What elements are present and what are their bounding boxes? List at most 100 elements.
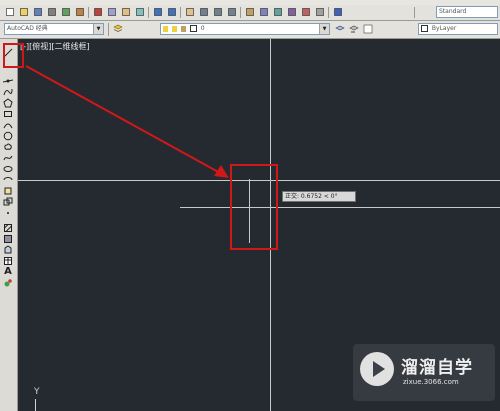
region-icon bbox=[4, 244, 12, 253]
sheetset-icon bbox=[288, 8, 296, 16]
open-button[interactable] bbox=[18, 6, 30, 18]
ucs-y-label: Y bbox=[34, 387, 40, 397]
print-icon bbox=[48, 8, 56, 16]
layer-manager-icon bbox=[113, 24, 123, 32]
layer-previous-button[interactable] bbox=[348, 23, 360, 35]
toolpalettes-button[interactable] bbox=[272, 6, 284, 18]
arc-icon bbox=[3, 123, 13, 128]
separator bbox=[328, 7, 329, 18]
insert-block-icon bbox=[4, 187, 12, 194]
standard-toolbar: Standard bbox=[0, 5, 500, 21]
copy-icon bbox=[108, 8, 116, 16]
redo-icon bbox=[168, 8, 176, 16]
cut-icon bbox=[94, 8, 102, 16]
zoom-previous-button[interactable] bbox=[226, 6, 238, 18]
watermark-title: 溜溜自学 bbox=[401, 358, 473, 378]
new-icon bbox=[6, 8, 14, 16]
highlight-box-drawing bbox=[230, 164, 278, 250]
designcenter-button[interactable] bbox=[258, 6, 270, 18]
layer-manager-button[interactable] bbox=[112, 23, 124, 35]
properties-button[interactable] bbox=[244, 6, 256, 18]
spline-button[interactable] bbox=[2, 152, 14, 163]
rectangle-icon bbox=[4, 110, 12, 117]
separator bbox=[180, 7, 181, 18]
open-icon bbox=[20, 8, 28, 16]
revision-cloud-icon bbox=[4, 143, 12, 150]
polygon-button[interactable] bbox=[2, 97, 14, 108]
revision-cloud-button[interactable] bbox=[2, 141, 14, 152]
match-icon bbox=[136, 8, 144, 16]
drawn-line bbox=[180, 207, 500, 208]
watermark: 溜溜自学 zixue.3066.com bbox=[353, 344, 495, 401]
add-selected-button[interactable] bbox=[2, 277, 14, 288]
new-button[interactable] bbox=[4, 6, 16, 18]
table-icon bbox=[4, 256, 12, 265]
make-current-icon bbox=[335, 25, 345, 31]
preview-button[interactable] bbox=[60, 6, 72, 18]
pan-icon bbox=[186, 8, 194, 16]
properties-icon bbox=[246, 8, 254, 16]
layer-dropdown[interactable]: 0 ▼ bbox=[160, 23, 330, 35]
separator bbox=[414, 7, 415, 18]
point-button[interactable] bbox=[2, 207, 14, 218]
rectangle-button[interactable] bbox=[2, 108, 14, 119]
sun-icon bbox=[171, 25, 177, 32]
polyline-button[interactable] bbox=[2, 86, 14, 97]
highlight-box-line-tool bbox=[3, 43, 24, 68]
polyline-icon bbox=[3, 88, 13, 95]
arc-button[interactable] bbox=[2, 119, 14, 130]
pan-button[interactable] bbox=[184, 6, 196, 18]
circle-button[interactable] bbox=[2, 130, 14, 141]
watermark-url: zixue.3066.com bbox=[403, 378, 459, 386]
make-block-button[interactable] bbox=[2, 196, 14, 207]
point-icon bbox=[7, 211, 9, 214]
ellipse-arc-button[interactable] bbox=[2, 174, 14, 185]
paste-button[interactable] bbox=[120, 6, 132, 18]
bulb-icon bbox=[163, 25, 168, 32]
make-current-button[interactable] bbox=[334, 23, 346, 35]
region-button[interactable] bbox=[2, 244, 14, 255]
hatch-button[interactable] bbox=[2, 222, 14, 233]
polygon-icon bbox=[3, 97, 13, 107]
layers-toolbar: AutoCAD 经典 ▼ 0 ▼ ByLayer bbox=[0, 21, 500, 39]
cut-button[interactable] bbox=[92, 6, 104, 18]
table-button[interactable] bbox=[2, 255, 14, 266]
help-button[interactable] bbox=[332, 6, 344, 18]
zoom-previous-icon bbox=[228, 8, 236, 16]
match-button[interactable] bbox=[134, 6, 146, 18]
ucs-icon bbox=[35, 399, 36, 411]
calculator-button[interactable] bbox=[314, 6, 326, 18]
gradient-button[interactable] bbox=[2, 233, 14, 244]
viewport-controls-label[interactable]: [-][俯视][二维线框] bbox=[20, 41, 90, 52]
redo-button[interactable] bbox=[166, 6, 178, 18]
separator bbox=[240, 7, 241, 18]
text-style-dropdown[interactable]: Standard bbox=[436, 6, 498, 18]
markup-icon bbox=[302, 8, 310, 16]
markup-button[interactable] bbox=[300, 6, 312, 18]
color-control-icon bbox=[363, 24, 373, 34]
zoom-window-button[interactable] bbox=[212, 6, 224, 18]
sheetset-button[interactable] bbox=[286, 6, 298, 18]
designcenter-icon bbox=[260, 8, 268, 16]
zoom-realtime-button[interactable] bbox=[198, 6, 210, 18]
insert-block-button[interactable] bbox=[2, 185, 14, 196]
publish-button[interactable] bbox=[74, 6, 86, 18]
multiline-text-button[interactable]: A bbox=[2, 266, 14, 277]
linetype-dropdown[interactable]: ByLayer bbox=[418, 23, 498, 35]
chevron-down-icon: ▼ bbox=[93, 24, 103, 34]
toolpalettes-icon bbox=[274, 8, 282, 16]
zoom-realtime-icon bbox=[200, 8, 208, 16]
construction-line-button[interactable] bbox=[2, 75, 14, 86]
calculator-icon bbox=[316, 8, 324, 16]
chevron-down-icon: ▼ bbox=[319, 24, 329, 34]
undo-button[interactable] bbox=[152, 6, 164, 18]
copy-button[interactable] bbox=[106, 6, 118, 18]
help-icon bbox=[334, 8, 342, 16]
color-control-button[interactable] bbox=[362, 23, 374, 35]
workspace-dropdown[interactable]: AutoCAD 经典 ▼ bbox=[4, 23, 104, 35]
save-button[interactable] bbox=[32, 6, 44, 18]
spline-icon bbox=[3, 155, 13, 160]
ellipse-button[interactable] bbox=[2, 163, 14, 174]
print-button[interactable] bbox=[46, 6, 58, 18]
color-swatch-icon bbox=[421, 25, 428, 32]
